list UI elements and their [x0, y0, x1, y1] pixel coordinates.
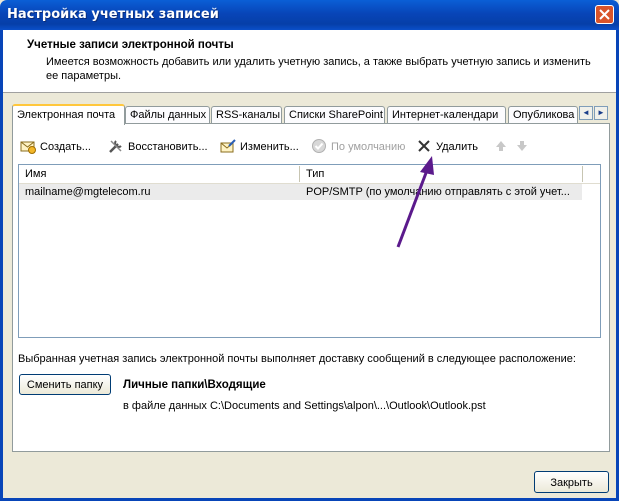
- change-label: Изменить...: [240, 141, 299, 153]
- create-button[interactable]: Создать...: [20, 138, 98, 156]
- window-close-button[interactable]: [595, 5, 614, 24]
- list-header: Имя Тип: [19, 165, 600, 184]
- account-row[interactable]: mailname@mgtelecom.ru POP/SMTP (по умолч…: [19, 184, 582, 200]
- column-separator[interactable]: [299, 166, 300, 182]
- tab-data-files[interactable]: Файлы данных: [125, 106, 210, 123]
- tab-published[interactable]: Опубликова: [508, 106, 578, 123]
- checkmark-icon: [312, 139, 326, 153]
- column-name[interactable]: Имя: [25, 168, 46, 180]
- tab-rss[interactable]: RSS-каналы: [211, 106, 282, 123]
- tab-email[interactable]: Электронная почта: [12, 104, 125, 125]
- tab-scroll-left-button[interactable]: ◄: [579, 106, 593, 120]
- delete-button[interactable]: Удалить: [416, 138, 480, 156]
- dialog-header: Учетные записи электронной почты Имеется…: [3, 30, 616, 93]
- tab-scroll-arrows: ◄ ►: [579, 106, 609, 120]
- delete-x-icon: [418, 140, 430, 152]
- account-type: POP/SMTP (по умолчанию отправлять с этой…: [306, 186, 570, 198]
- delivery-folder: Личные папки\Входящие: [123, 379, 266, 391]
- change-folder-button[interactable]: Сменить папку: [19, 374, 111, 395]
- create-label: Создать...: [40, 141, 91, 153]
- column-separator[interactable]: [582, 166, 583, 182]
- account-name: mailname@mgtelecom.ru: [25, 186, 151, 198]
- tab-internet-calendars[interactable]: Интернет-календари: [387, 106, 506, 123]
- header-title: Учетные записи электронной почты: [27, 39, 234, 51]
- set-default-button[interactable]: По умолчанию: [311, 138, 405, 156]
- title-bar: Настройка учетных записей: [0, 0, 619, 30]
- account-list[interactable]: Имя Тип mailname@mgtelecom.ru POP/SMTP (…: [18, 164, 601, 338]
- tab-scroll-right-button[interactable]: ►: [594, 106, 608, 120]
- close-button[interactable]: Закрыть: [534, 471, 609, 493]
- close-icon: [599, 9, 610, 20]
- tools-icon: [109, 140, 122, 153]
- delete-label: Удалить: [436, 141, 478, 153]
- edit-mail-icon: [220, 139, 236, 153]
- data-file-path: в файле данных C:\Documents and Settings…: [123, 400, 486, 412]
- move-down-button[interactable]: [514, 138, 528, 156]
- new-mail-icon: [20, 141, 36, 154]
- restore-label: Восстановить...: [128, 141, 208, 153]
- arrow-down-icon: [517, 141, 527, 151]
- move-up-button[interactable]: [493, 138, 507, 156]
- window-title: Настройка учетных записей: [7, 7, 219, 22]
- delivery-description: Выбранная учетная запись электронной поч…: [18, 353, 576, 365]
- arrow-up-icon: [496, 141, 506, 151]
- column-type[interactable]: Тип: [306, 168, 324, 180]
- tab-sharepoint[interactable]: Списки SharePoint: [284, 106, 385, 123]
- set-default-label: По умолчанию: [331, 141, 406, 153]
- account-toolbar: Создать... Восстановить... Изменить... П…: [20, 138, 610, 156]
- header-description: Имеется возможность добавить или удалить…: [46, 56, 591, 82]
- restore-button[interactable]: Восстановить...: [108, 138, 211, 156]
- change-button[interactable]: Изменить...: [220, 138, 302, 156]
